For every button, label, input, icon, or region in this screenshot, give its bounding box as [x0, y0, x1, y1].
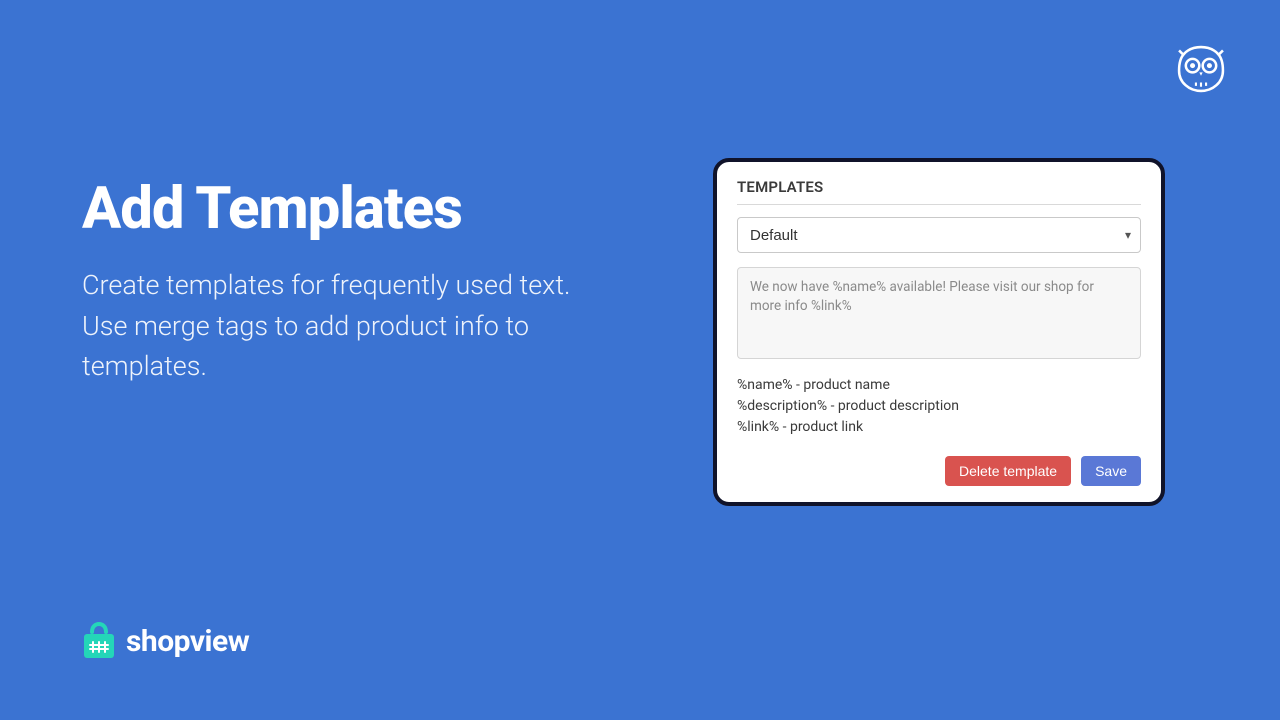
- save-button[interactable]: Save: [1081, 456, 1141, 486]
- owl-logo-icon: [1174, 42, 1228, 96]
- template-select[interactable]: Default: [737, 217, 1141, 253]
- panel-title: TEMPLATES: [737, 178, 1141, 205]
- panel-actions: Delete template Save: [737, 456, 1141, 486]
- brand-name: shopview: [126, 624, 249, 659]
- template-textarea[interactable]: [737, 267, 1141, 359]
- template-select-wrap: Default ▾: [737, 217, 1141, 253]
- legend-line: %name% - product name: [737, 375, 1141, 396]
- hero-title: Add Templates: [82, 175, 612, 243]
- legend-line: %link% - product link: [737, 417, 1141, 438]
- shopping-bag-icon: [82, 622, 116, 660]
- merge-tags-legend: %name% - product name %description% - pr…: [737, 375, 1141, 438]
- delete-template-button[interactable]: Delete template: [945, 456, 1071, 486]
- hero-section: Add Templates Create templates for frequ…: [82, 175, 612, 387]
- brand-mark: shopview: [82, 622, 249, 660]
- hero-subtitle: Create templates for frequently used tex…: [82, 265, 612, 387]
- templates-panel: TEMPLATES Default ▾ %name% - product nam…: [713, 158, 1165, 506]
- legend-line: %description% - product description: [737, 396, 1141, 417]
